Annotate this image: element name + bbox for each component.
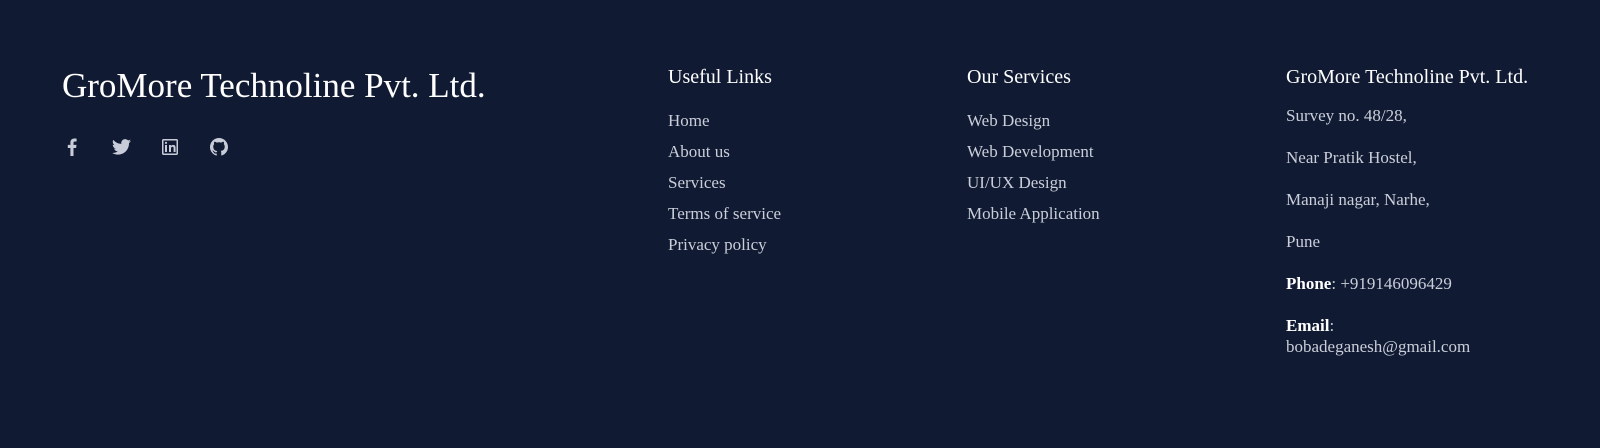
link-privacy-policy[interactable]: Privacy policy	[668, 235, 767, 254]
contact-address: Survey no. 48/28, Near Pratik Hostel, Ma…	[1286, 105, 1528, 357]
twitter-icon	[111, 139, 131, 155]
email-address: bobadeganesh@gmail.com	[1286, 337, 1471, 356]
brand-title: GroMore Technoline Pvt. Ltd.	[62, 66, 486, 105]
address-line: Near Pratik Hostel,	[1286, 148, 1417, 167]
phone-separator: :	[1331, 274, 1341, 293]
service-item: Mobile Application	[967, 198, 1100, 229]
service-mobile-application[interactable]: Mobile Application	[967, 204, 1100, 223]
twitter-link[interactable]	[111, 137, 131, 157]
service-web-development[interactable]: Web Development	[967, 142, 1094, 161]
services-heading: Our Services	[967, 66, 1071, 88]
linkedin-link[interactable]	[160, 137, 180, 157]
footer-brand: GroMore Technoline Pvt. Ltd.	[62, 64, 486, 108]
contact-email: Email:	[1286, 315, 1528, 336]
contact-column: GroMore Technoline Pvt. Ltd. Survey no. …	[1286, 64, 1528, 378]
link-services[interactable]: Services	[668, 173, 726, 192]
useful-link-item: Services	[668, 167, 781, 198]
useful-link-item: Privacy policy	[668, 229, 781, 260]
email-separator: :	[1329, 316, 1335, 335]
useful-links-heading: Useful Links	[668, 66, 772, 88]
address-line: Manaji nagar, Narhe,	[1286, 190, 1430, 209]
service-item: Web Development	[967, 136, 1100, 167]
useful-link-item: About us	[668, 136, 781, 167]
link-about-us[interactable]: About us	[668, 142, 730, 161]
email-label: Email	[1286, 316, 1330, 335]
contact-phone: Phone: +919146096429	[1286, 273, 1528, 294]
useful-link-item: Home	[668, 105, 781, 136]
linkedin-icon	[162, 139, 178, 155]
phone-number: +919146096429	[1340, 274, 1452, 293]
facebook-link[interactable]	[62, 137, 82, 157]
address-line: Pune	[1286, 232, 1320, 251]
github-link[interactable]	[209, 137, 229, 157]
site-footer: GroMore Technoline Pvt. Ltd. Useful Link…	[0, 0, 1600, 448]
useful-links-list: Home About us Services Terms of service …	[668, 105, 781, 260]
facebook-icon	[67, 138, 77, 156]
phone-label: Phone	[1286, 274, 1332, 293]
github-icon	[210, 138, 228, 156]
useful-link-item: Terms of service	[668, 198, 781, 229]
services-list: Web Design Web Development UI/UX Design …	[967, 105, 1100, 229]
service-item: UI/UX Design	[967, 167, 1100, 198]
service-ui-ux-design[interactable]: UI/UX Design	[967, 173, 1067, 192]
address-line: Survey no. 48/28,	[1286, 106, 1407, 125]
useful-links-column: Useful Links Home About us Services Term…	[668, 64, 781, 260]
social-links	[62, 137, 258, 157]
contact-heading: GroMore Technoline Pvt. Ltd.	[1286, 66, 1529, 88]
link-terms-of-service[interactable]: Terms of service	[668, 204, 781, 223]
service-item: Web Design	[967, 105, 1100, 136]
link-home[interactable]: Home	[668, 111, 710, 130]
services-column: Our Services Web Design Web Development …	[967, 64, 1100, 229]
service-web-design[interactable]: Web Design	[967, 111, 1050, 130]
